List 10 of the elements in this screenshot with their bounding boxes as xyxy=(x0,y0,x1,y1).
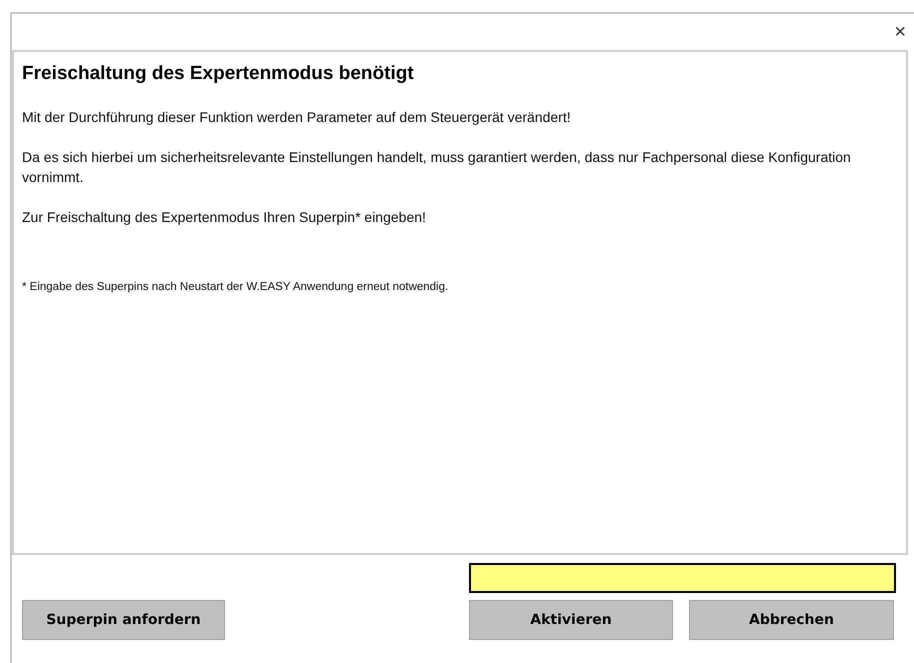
dialog-title: Freischaltung des Expertenmodus benötigt xyxy=(22,62,415,86)
close-button[interactable]: × xyxy=(892,22,908,42)
cancel-button[interactable]: Abbrechen xyxy=(689,600,894,640)
superpin-input[interactable] xyxy=(469,563,896,593)
activate-button[interactable]: Aktivieren xyxy=(469,600,673,640)
footnote-text: * Eingabe des Superpins nach Neustart der W.EASY Anwendung erneut notwendig. xyxy=(22,280,450,294)
request-superpin-button[interactable]: Superpin anfordern xyxy=(22,600,225,640)
message-text: Da es sich hierbei um sicherheitsrelevante Einstellungen handelt, muss garantiert werden, dass nur Fachpersonal diese Konfiguration vornimmt. xyxy=(22,148,852,186)
message-text: Zur Freischaltung des Expertenmodus Ihren Superpin* eingeben! xyxy=(22,208,427,226)
message-text: Mit der Durchführung dieser Funktion werden Parameter auf dem Steuergerät verändert! xyxy=(22,108,572,126)
